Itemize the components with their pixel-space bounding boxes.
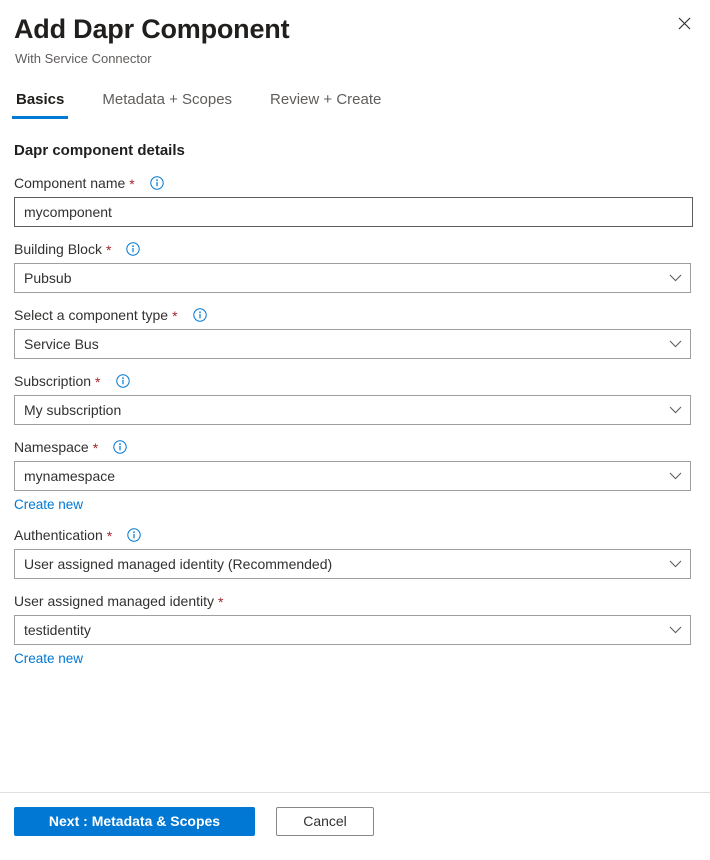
field-namespace: Namespace * mynamespace C <box>14 437 693 514</box>
field-building-block: Building Block * Pubsub <box>14 239 693 293</box>
dropdown-authentication[interactable]: User assigned managed identity (Recommen… <box>14 549 691 579</box>
info-icon[interactable] <box>116 374 130 388</box>
page-title: Add Dapr Component <box>14 12 696 46</box>
spacer <box>14 425 693 437</box>
spacer <box>14 514 693 525</box>
dropdown-value: testidentity <box>24 616 660 644</box>
footer-actions: Next : Metadata & Scopes Cancel <box>14 807 696 836</box>
label-text: Select a component type <box>14 305 168 325</box>
basics-form: Dapr component details Component name * … <box>0 141 710 792</box>
dropdown-value: User assigned managed identity (Recommen… <box>24 550 660 578</box>
dropdown-namespace[interactable]: mynamespace <box>14 461 691 491</box>
dropdown-value: mynamespace <box>24 462 660 490</box>
required-indicator: * <box>93 441 98 455</box>
info-icon[interactable] <box>127 528 141 542</box>
info-icon[interactable] <box>126 242 140 256</box>
label-component-type: Select a component type * <box>14 305 693 325</box>
spacer <box>14 579 693 591</box>
spacer <box>14 359 693 371</box>
label-text: Component name <box>14 173 125 193</box>
dropdown-value: Service Bus <box>24 330 660 358</box>
input-component-name[interactable]: mycomponent <box>14 197 693 227</box>
label-subscription: Subscription * <box>14 371 693 391</box>
field-authentication: Authentication * User assigned managed i… <box>14 525 693 579</box>
dropdown-value: Pubsub <box>24 264 660 292</box>
cancel-button[interactable]: Cancel <box>276 807 374 836</box>
dropdown-building-block[interactable]: Pubsub <box>14 263 691 293</box>
label-text: Building Block <box>14 239 102 259</box>
info-icon[interactable] <box>113 440 127 454</box>
required-indicator: * <box>95 375 100 389</box>
field-user-assigned-identity: User assigned managed identity * testide… <box>14 591 693 668</box>
label-user-assigned-identity: User assigned managed identity * <box>14 591 693 611</box>
tab-review-create[interactable]: Review + Create <box>268 90 383 119</box>
required-indicator: * <box>107 529 112 543</box>
label-authentication: Authentication * <box>14 525 693 545</box>
close-icon <box>678 17 691 33</box>
create-new-namespace-link[interactable]: Create new <box>14 496 83 514</box>
create-new-identity-link[interactable]: Create new <box>14 650 83 668</box>
page-subtitle: With Service Connector <box>15 50 696 68</box>
close-button[interactable] <box>669 10 699 40</box>
required-indicator: * <box>106 243 111 257</box>
tab-metadata-scopes[interactable]: Metadata + Scopes <box>100 90 234 119</box>
add-dapr-component-blade: Add Dapr Component With Service Connecto… <box>0 0 710 860</box>
chevron-down-icon <box>669 264 682 292</box>
info-icon[interactable] <box>150 176 164 190</box>
chevron-down-icon <box>669 330 682 358</box>
chevron-down-icon <box>669 616 682 644</box>
required-indicator: * <box>129 177 134 191</box>
input-value: mycomponent <box>24 198 682 226</box>
label-text: Authentication <box>14 525 103 545</box>
dropdown-user-assigned-identity[interactable]: testidentity <box>14 615 691 645</box>
chevron-down-icon <box>669 462 682 490</box>
tab-basics[interactable]: Basics <box>14 90 66 119</box>
required-indicator: * <box>172 309 177 323</box>
field-component-type: Select a component type * Service Bus <box>14 305 693 359</box>
dropdown-value: My subscription <box>24 396 660 424</box>
spacer <box>14 293 693 305</box>
dropdown-subscription[interactable]: My subscription <box>14 395 691 425</box>
label-text: User assigned managed identity <box>14 591 214 611</box>
next-button[interactable]: Next : Metadata & Scopes <box>14 807 255 836</box>
label-text: Subscription <box>14 371 91 391</box>
field-component-name: Component name * mycomponent <box>14 173 693 227</box>
info-icon[interactable] <box>193 308 207 322</box>
wizard-tabs: Basics Metadata + Scopes Review + Create <box>0 90 710 119</box>
chevron-down-icon <box>669 396 682 424</box>
label-component-name: Component name * <box>14 173 693 193</box>
label-namespace: Namespace * <box>14 437 693 457</box>
label-building-block: Building Block * <box>14 239 693 259</box>
dropdown-component-type[interactable]: Service Bus <box>14 329 691 359</box>
blade-footer: Next : Metadata & Scopes Cancel <box>0 792 710 860</box>
required-indicator: * <box>218 595 223 609</box>
field-subscription: Subscription * My subscription <box>14 371 693 425</box>
spacer <box>14 227 693 239</box>
blade-header: Add Dapr Component With Service Connecto… <box>0 0 710 68</box>
section-heading-dapr-component-details: Dapr component details <box>14 141 693 161</box>
label-text: Namespace <box>14 437 89 457</box>
chevron-down-icon <box>669 550 682 578</box>
